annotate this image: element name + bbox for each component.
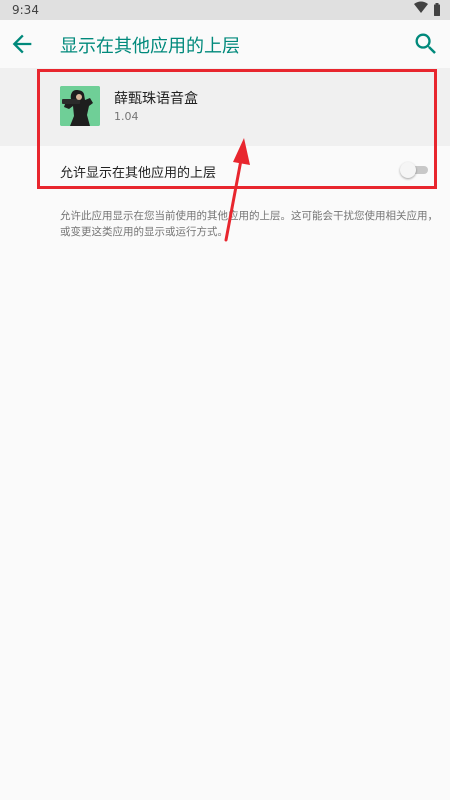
battery-icon [434,3,440,16]
permission-description: 允许此应用显示在您当前使用的其他应用的上层。这可能会干扰您使用相关应用，或变更这… [60,210,438,238]
app-bar: 显示在其他应用的上层 [0,20,450,68]
overlay-permission-row[interactable]: 允许显示在其他应用的上层 [0,146,450,196]
arrow-back-icon[interactable] [8,30,36,58]
app-version: 1.04 [114,110,139,123]
status-bar: 9:34 [0,0,450,20]
app-info-header: 薛甄珠语音盒 1.04 [0,68,450,146]
overlay-permission-toggle[interactable] [400,162,428,178]
search-icon[interactable] [412,30,440,58]
page-title: 显示在其他应用的上层 [60,36,240,57]
app-name: 薛甄珠语音盒 [114,91,198,107]
overlay-permission-label: 允许显示在其他应用的上层 [60,166,217,181]
status-time: 9:34 [12,3,39,17]
app-icon [60,86,100,126]
toggle-thumb [400,162,416,178]
wifi-icon [414,1,428,13]
